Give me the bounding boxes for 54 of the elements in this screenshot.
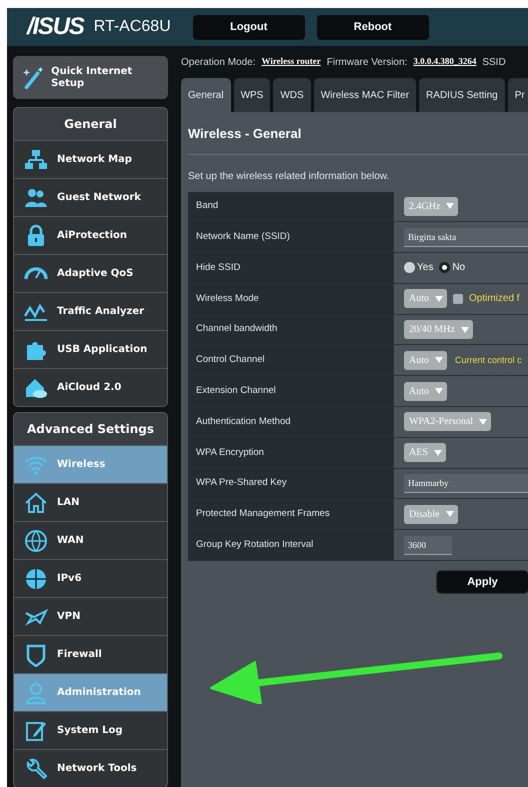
field-label: WPA Pre-Shared Key (188, 468, 393, 498)
sidebar-item[interactable]: WAN (14, 521, 167, 559)
field-label: Wireless Mode (188, 284, 393, 314)
field-label: Control Channel (188, 345, 393, 376)
radio-label: Yes (417, 261, 434, 276)
firmware-label: Firmware Version: (326, 56, 408, 70)
tab[interactable]: General (181, 78, 231, 112)
sidebar-item[interactable]: USB Application (14, 330, 167, 368)
tab[interactable]: RADIUS Setting (419, 78, 505, 112)
sidebar-section-title: General (63, 116, 118, 133)
sidebar-item[interactable]: Firewall (14, 635, 167, 673)
sidebar-item[interactable]: VPN (14, 597, 167, 635)
field-label: WPA Encryption (188, 438, 393, 468)
radio-label: No (452, 261, 466, 276)
page-description: Set up the wireless related information below. (188, 170, 390, 184)
sidebar-item[interactable]: Traffic Analyzer (14, 292, 167, 330)
logo: /ISUS (27, 12, 84, 42)
reboot-button[interactable]: Reboot (316, 14, 429, 40)
field-label: Channel bandwidth (188, 314, 393, 344)
page-title: Wireless - General (188, 124, 528, 154)
sidebar-item[interactable]: AiCloud 2.0 (14, 368, 167, 406)
input-field[interactable]: Birgitta sakta (404, 228, 528, 247)
sidebar-item[interactable]: Network Map (14, 140, 167, 178)
sidebar-item[interactable]: System Log (14, 711, 167, 749)
tab[interactable]: Pr (508, 78, 528, 112)
field-label: Hide SSID (188, 253, 393, 283)
sidebar-item[interactable]: IPv6 (14, 559, 167, 597)
firmware-link[interactable]: 3.0.0.4.380_3264 (413, 55, 476, 69)
logout-button[interactable]: Logout (192, 14, 305, 40)
sidebar-item[interactable]: Guest Network (14, 178, 167, 216)
tab[interactable]: WDS (273, 78, 311, 112)
quick-internet-setup-button[interactable]: Quick Internet Setup (13, 56, 168, 99)
input-field[interactable]: Hammarby (404, 474, 528, 494)
field-label: Authentication Method (188, 407, 393, 437)
field-label: Extension Channel (188, 376, 393, 406)
tab[interactable]: WPS (234, 78, 270, 112)
tab[interactable]: Wireless MAC Filter (314, 78, 416, 112)
sidebar-item[interactable]: AiProtection (14, 216, 167, 254)
input-field[interactable]: 3600 (404, 536, 452, 555)
sidebar-section-title: Advanced Settings (26, 421, 155, 438)
field-label: Band (188, 192, 393, 222)
sidebar-item[interactable]: Adaptive QoS (14, 254, 167, 292)
model-name: RT-AC68U (94, 17, 171, 37)
apply-button[interactable]: Apply (436, 570, 528, 594)
checkbox-label: Optimized f (469, 292, 520, 306)
field-label: Protected Management Frames (188, 499, 393, 530)
operation-mode-link[interactable]: Wireless router (262, 55, 321, 69)
hint-text: Current control c (455, 354, 523, 367)
field-label: Network Name (SSID) (188, 222, 393, 252)
sidebar-item[interactable]: LAN (14, 483, 167, 521)
ssid-label: SSID (482, 56, 506, 70)
operation-mode-label: Operation Mode: (181, 56, 256, 70)
field-label: Group Key Rotation Interval (188, 530, 393, 560)
sidebar-item[interactable]: Network Tools (14, 749, 167, 787)
